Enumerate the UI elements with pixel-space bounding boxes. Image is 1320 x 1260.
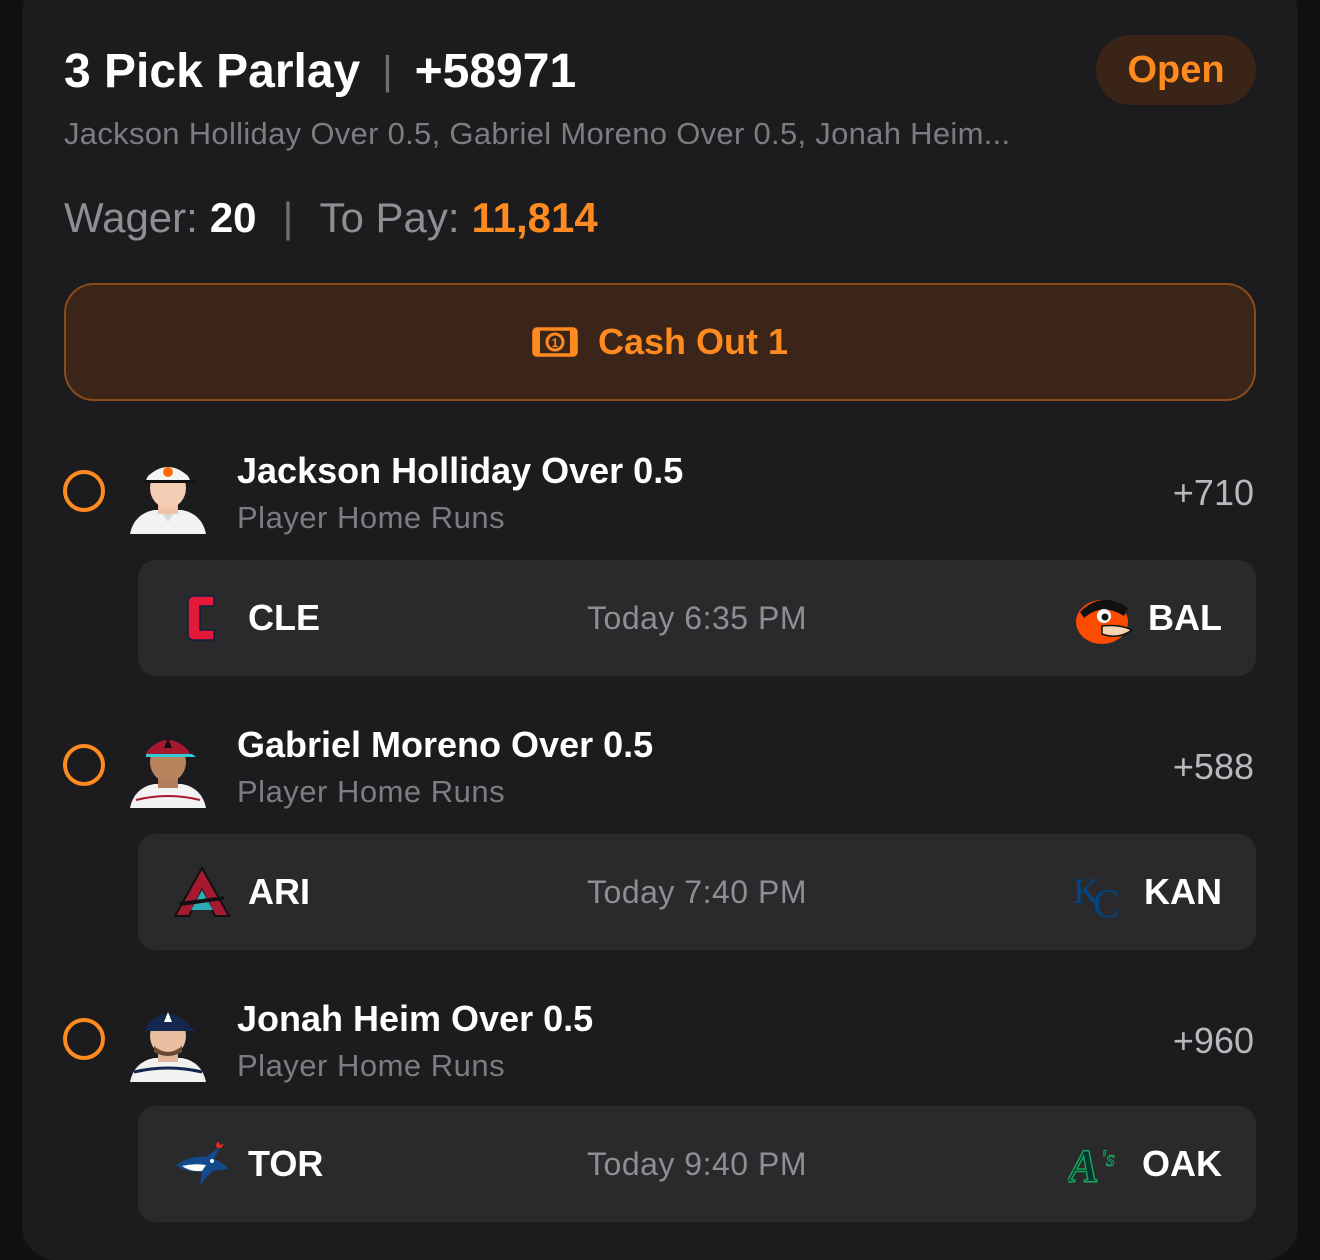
leg-row[interactable]: Jonah Heim Over 0.5 Player Home Runs +96… — [0, 988, 1320, 1098]
leg-row[interactable]: Gabriel Moreno Over 0.5 Player Home Runs… — [0, 714, 1320, 824]
leg-status-radio-icon — [63, 1018, 105, 1060]
athletics-logo-icon: A 's — [1068, 1134, 1128, 1194]
away-team-abbr: KAN — [1144, 871, 1222, 912]
money-icon: 1 — [532, 327, 578, 357]
player-avatar — [126, 724, 210, 808]
away-team-abbr: OAK — [1142, 1143, 1222, 1184]
leg-odds: +588 — [1172, 746, 1254, 787]
leg-status-radio-icon — [63, 470, 105, 512]
game-info[interactable]: CLE Today 6:35 PM BAL — [138, 560, 1256, 676]
wager-value: 20 — [209, 194, 257, 241]
wager-row: Wager: 20 | To Pay: 11,814 — [64, 194, 598, 242]
market-label: Player Home Runs — [237, 1048, 506, 1083]
to-pay-value: 11,814 — [471, 194, 598, 241]
parlay-odds: +58971 — [414, 45, 577, 98]
game-info[interactable]: ARI Today 7:40 PM K C KAN — [138, 834, 1256, 950]
market-label: Player Home Runs — [237, 774, 506, 809]
pick-name: Gabriel Moreno Over 0.5 — [237, 724, 654, 765]
svg-text:C: C — [1093, 881, 1120, 921]
svg-text:1: 1 — [552, 336, 559, 350]
market-label: Player Home Runs — [237, 500, 506, 535]
leg-odds: +960 — [1172, 1020, 1254, 1061]
parlay-header: 3 Pick Parlay | +58971 — [64, 44, 576, 99]
wager-separator: | — [282, 194, 294, 241]
cash-out-label: Cash Out 1 — [597, 321, 789, 362]
wager-label: Wager: — [64, 194, 198, 241]
status-badge: Open — [1096, 35, 1256, 105]
parlay-title: 3 Pick Parlay — [64, 45, 361, 98]
player-avatar — [126, 998, 210, 1082]
leg-row[interactable]: Jackson Holliday Over 0.5 Player Home Ru… — [0, 440, 1320, 550]
pick-name: Jackson Holliday Over 0.5 — [237, 450, 684, 491]
to-pay-label: To Pay: — [319, 194, 460, 241]
svg-text:A: A — [1068, 1141, 1099, 1192]
header-separator: | — [382, 49, 393, 93]
game-info[interactable]: TOR Today 9:40 PM A 's OAK — [138, 1106, 1256, 1222]
picks-summary: Jackson Holliday Over 0.5, Gabriel Moren… — [64, 116, 1011, 151]
leg-status-radio-icon — [63, 744, 105, 786]
leg-odds: +710 — [1172, 472, 1254, 513]
cash-out-button[interactable]: 1 Cash Out 1 — [64, 283, 1256, 401]
orioles-bird-logo-icon — [1074, 588, 1134, 648]
royals-kc-logo-icon: K C — [1070, 862, 1130, 922]
svg-text:'s: 's — [1101, 1146, 1115, 1172]
away-team-abbr: BAL — [1148, 597, 1222, 638]
pick-name: Jonah Heim Over 0.5 — [237, 998, 594, 1039]
player-avatar — [126, 450, 210, 534]
